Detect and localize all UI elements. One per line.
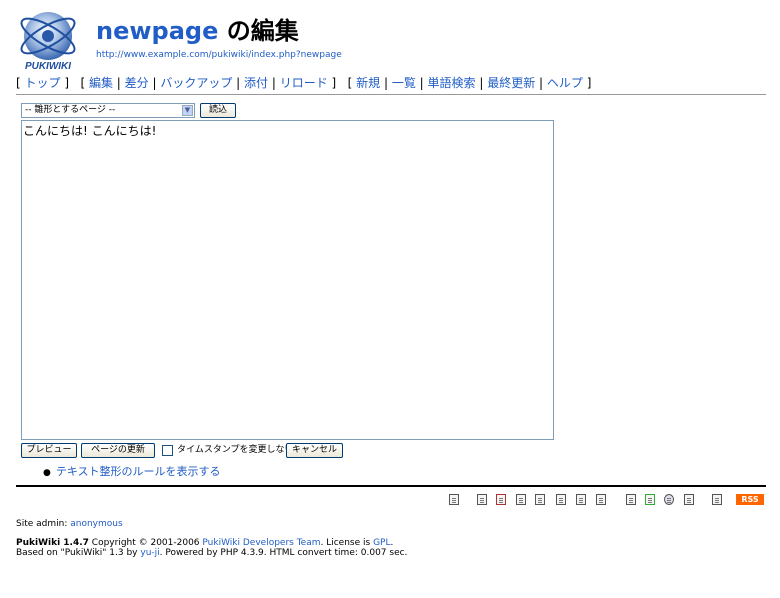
template-select[interactable]: -- 雛形とするページ -- ▼ bbox=[21, 103, 195, 118]
recent-changes-icon[interactable] bbox=[684, 494, 694, 505]
divider-bottom bbox=[16, 485, 766, 487]
nav-search[interactable]: 単語検索 bbox=[428, 76, 476, 90]
title-suffix: の編集 bbox=[218, 17, 299, 45]
help-icon[interactable] bbox=[712, 494, 722, 505]
top-page-icon[interactable] bbox=[449, 494, 459, 505]
nav-edit[interactable]: 編集 bbox=[89, 76, 113, 90]
rename-icon[interactable] bbox=[576, 494, 586, 505]
timestamp-checkbox[interactable] bbox=[162, 445, 173, 456]
edit-icon[interactable] bbox=[477, 494, 487, 505]
page-name-link[interactable]: newpage bbox=[96, 17, 218, 45]
attach-icon[interactable] bbox=[535, 494, 545, 505]
nav-list[interactable]: 一覧 bbox=[392, 76, 416, 90]
nav-attach[interactable]: 添付 bbox=[244, 76, 268, 90]
nav-reload[interactable]: リロード bbox=[280, 76, 328, 90]
site-admin-link[interactable]: anonymous bbox=[70, 519, 122, 529]
footer-author-link[interactable]: yu-ji bbox=[140, 548, 159, 558]
logo-text: PUKIWIKI bbox=[25, 61, 71, 72]
nav-new[interactable]: 新規 bbox=[356, 76, 380, 90]
backup-icon[interactable] bbox=[516, 494, 526, 505]
cancel-button[interactable]: キャンセル bbox=[286, 443, 343, 458]
chevron-down-icon[interactable]: ▼ bbox=[182, 105, 193, 116]
rules-item: ● テキスト整形のルールを表示する bbox=[43, 465, 221, 480]
copy-icon[interactable] bbox=[556, 494, 566, 505]
site-admin: Site admin: anonymous bbox=[16, 519, 123, 529]
nav-help[interactable]: ヘルプ bbox=[547, 76, 583, 90]
footer-based-on: Based on "PukiWiki" 1.3 by yu-ji. Powere… bbox=[16, 548, 408, 558]
footer-version: PukiWiki 1.4.7 bbox=[16, 538, 89, 548]
timestamp-label[interactable]: タイムスタンプを変更しない bbox=[177, 445, 294, 456]
divider-top bbox=[16, 94, 766, 95]
update-button[interactable]: ページの更新 bbox=[81, 443, 155, 458]
page-url[interactable]: http://www.example.com/pukiwiki/index.ph… bbox=[96, 50, 342, 60]
new-page-icon[interactable] bbox=[626, 494, 636, 505]
load-button[interactable]: 読込 bbox=[200, 103, 236, 118]
bullet-icon: ● bbox=[43, 468, 51, 478]
template-select-value: -- 雛形とするページ -- bbox=[25, 105, 116, 115]
footer-license-link[interactable]: GPL bbox=[373, 538, 390, 548]
preview-button[interactable]: プレビュー bbox=[21, 443, 77, 458]
rules-link[interactable]: テキスト整形のルールを表示する bbox=[56, 465, 221, 478]
nav-recent[interactable]: 最終更新 bbox=[487, 76, 535, 90]
footer-team-link[interactable]: PukiWiki Developers Team bbox=[202, 538, 320, 548]
footer-copyright: PukiWiki 1.4.7 Copyright © 2001-2006 Puk… bbox=[16, 538, 394, 548]
pukiwiki-logo[interactable]: PUKIWIKI bbox=[16, 8, 80, 72]
page-title: newpage の編集 bbox=[96, 16, 299, 46]
nav-top[interactable]: トップ bbox=[25, 76, 61, 90]
search-icon[interactable] bbox=[664, 494, 674, 505]
nav-diff[interactable]: 差分 bbox=[125, 76, 149, 90]
rss-icon[interactable]: RSS bbox=[736, 494, 764, 505]
nav-bar: [ トップ ] [ 編集 | 差分 | バックアップ | 添付 | リロード ]… bbox=[16, 76, 592, 90]
nav-backup[interactable]: バックアップ bbox=[160, 76, 232, 90]
list-icon[interactable] bbox=[645, 494, 655, 505]
diff-icon[interactable] bbox=[496, 494, 506, 505]
edit-textarea[interactable]: こんにちは! こんにちは! bbox=[21, 120, 554, 440]
reload-icon[interactable] bbox=[596, 494, 606, 505]
